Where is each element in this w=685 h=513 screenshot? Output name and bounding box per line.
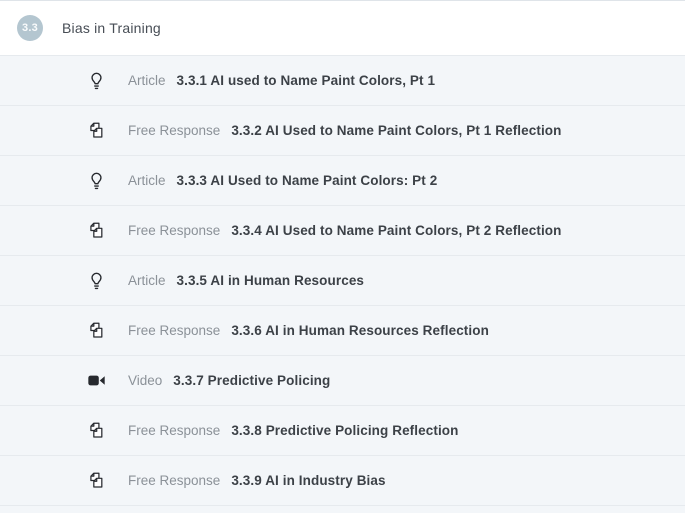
lesson-type-label: Video [128, 373, 162, 388]
pages-icon [86, 322, 106, 339]
lesson-list: Article 3.3.1 AI used to Name Paint Colo… [0, 56, 685, 513]
lesson-row[interactable]: Article 3.3.5 AI in Human Resources [0, 256, 685, 306]
lesson-title: 3.3.1 AI used to Name Paint Colors, Pt 1 [177, 73, 436, 88]
pages-icon [86, 472, 106, 489]
lesson-title: 3.3.2 AI Used to Name Paint Colors, Pt 1… [231, 123, 561, 138]
lesson-row[interactable]: Video 3.3.7 Predictive Policing [0, 356, 685, 406]
lesson-row-partial[interactable] [0, 506, 685, 513]
lesson-type-label: Free Response [128, 473, 220, 488]
lesson-row[interactable]: Free Response 3.3.6 AI in Human Resource… [0, 306, 685, 356]
lesson-row[interactable]: Free Response 3.3.2 AI Used to Name Pain… [0, 106, 685, 156]
lightbulb-icon [86, 172, 106, 190]
lesson-title: 3.3.4 AI Used to Name Paint Colors, Pt 2… [231, 223, 561, 238]
lesson-row[interactable]: Article 3.3.1 AI used to Name Paint Colo… [0, 56, 685, 106]
lesson-type-label: Free Response [128, 223, 220, 238]
video-icon [86, 374, 106, 387]
lesson-row[interactable]: Free Response 3.3.8 Predictive Policing … [0, 406, 685, 456]
lesson-type-label: Free Response [128, 323, 220, 338]
pages-icon [86, 222, 106, 239]
module-title: Bias in Training [62, 20, 161, 36]
lesson-row[interactable]: Article 3.3.3 AI Used to Name Paint Colo… [0, 156, 685, 206]
pages-icon [86, 122, 106, 139]
lesson-title: 3.3.7 Predictive Policing [173, 373, 330, 388]
lesson-row[interactable]: Free Response 3.3.9 AI in Industry Bias [0, 456, 685, 506]
lesson-type-label: Article [128, 273, 166, 288]
module-number-badge: 3.3 [17, 15, 43, 41]
lesson-type-label: Article [128, 73, 166, 88]
lesson-title: 3.3.6 AI in Human Resources Reflection [231, 323, 489, 338]
lesson-type-label: Article [128, 173, 166, 188]
lightbulb-icon [86, 72, 106, 90]
lesson-row[interactable]: Free Response 3.3.4 AI Used to Name Pain… [0, 206, 685, 256]
pages-icon [86, 422, 106, 439]
lesson-title: 3.3.8 Predictive Policing Reflection [231, 423, 458, 438]
lightbulb-icon [86, 272, 106, 290]
lesson-type-label: Free Response [128, 123, 220, 138]
lesson-title: 3.3.9 AI in Industry Bias [231, 473, 385, 488]
lesson-title: 3.3.5 AI in Human Resources [177, 273, 365, 288]
lesson-type-label: Free Response [128, 423, 220, 438]
lesson-title: 3.3.3 AI Used to Name Paint Colors: Pt 2 [177, 173, 438, 188]
module-header[interactable]: 3.3 Bias in Training [0, 1, 685, 56]
